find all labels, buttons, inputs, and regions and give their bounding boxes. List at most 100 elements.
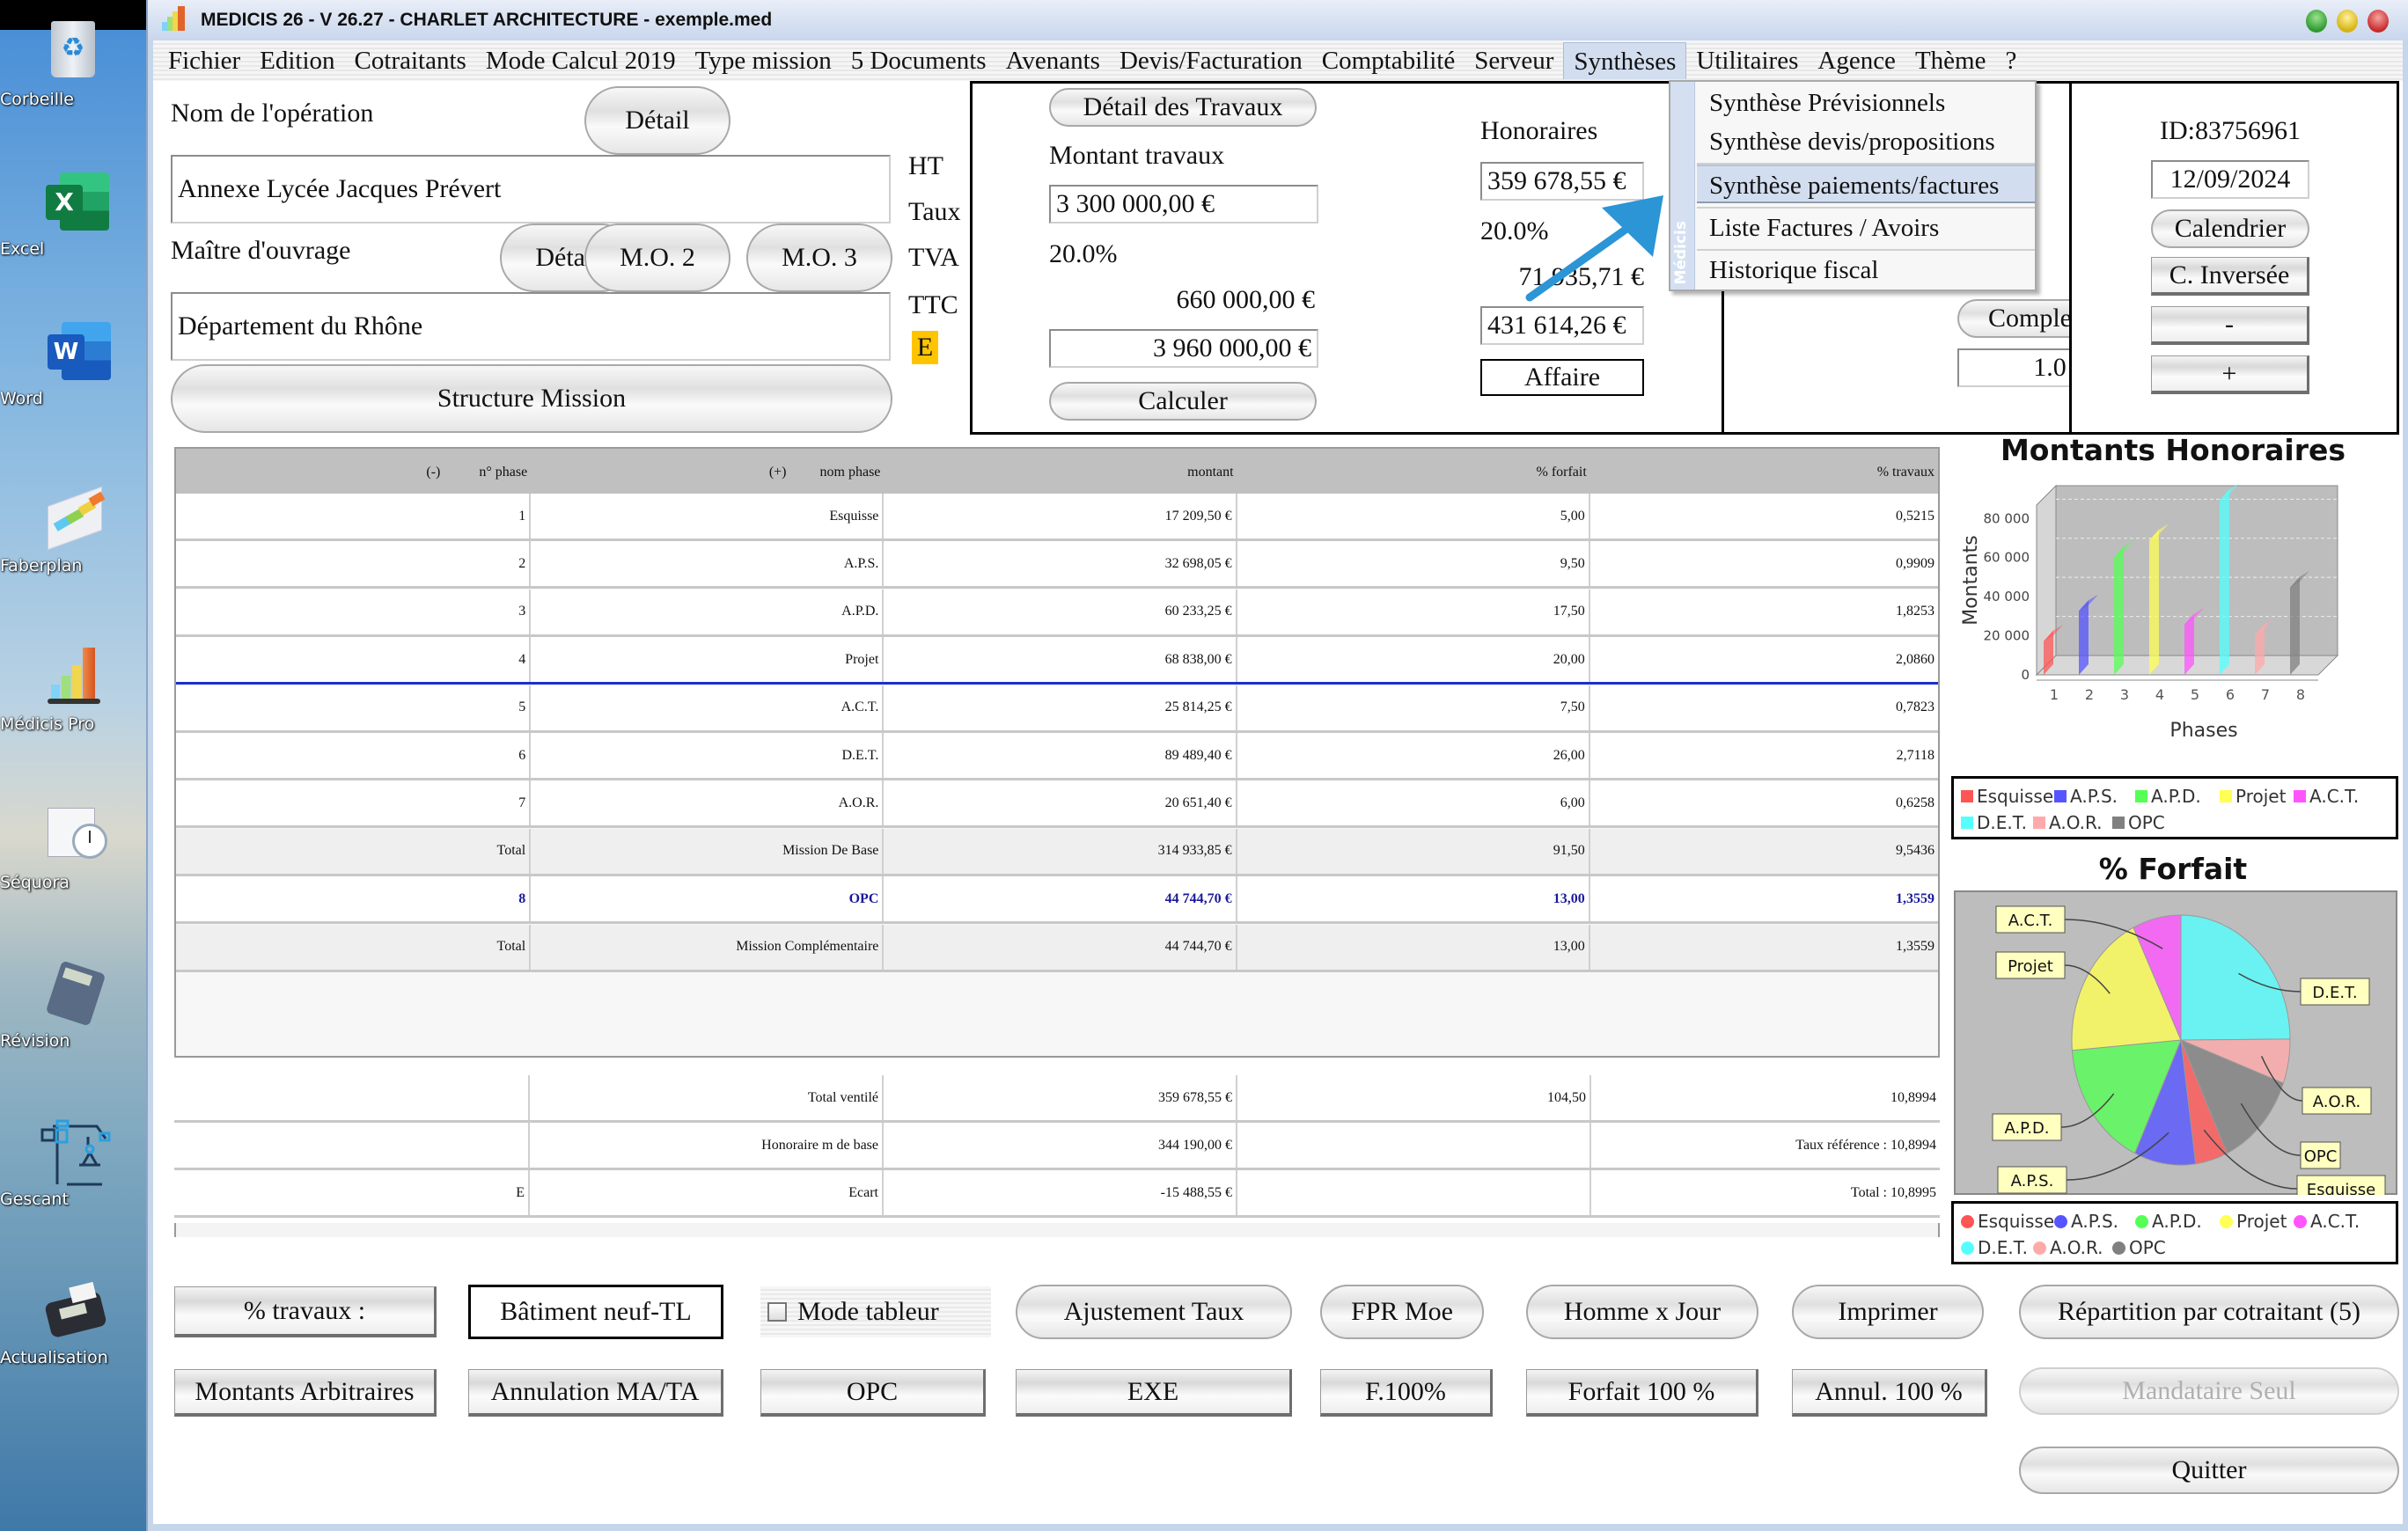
menu-avenants[interactable]: Avenants (996, 42, 1110, 79)
table-row[interactable]: 1 Esquisse 17 209,50 €5,00 0,5215 (176, 494, 1938, 541)
cell-num[interactable]: Total (176, 924, 532, 970)
affaire-button[interactable]: Affaire (1480, 359, 1644, 396)
menu-devis-facturation[interactable]: Devis/Facturation (1110, 42, 1312, 79)
menu-cotraitants[interactable]: Cotraitants (345, 42, 476, 79)
table-row[interactable]: 6 D.E.T. 89 489,40 €26,00 2,7118 (176, 733, 1938, 780)
cell-travaux[interactable]: 2,7118 (1590, 733, 1938, 778)
table-row[interactable]: Total Mission De Base 314 933,85 €91,50 9,5… (176, 828, 1938, 876)
table-row[interactable]: 5 A.C.T. 25 814,25 €7,50 0,7823 (176, 685, 1938, 733)
repartition-button[interactable]: Répartition par cotraitant (5) (2019, 1285, 2399, 1339)
cell-forfait[interactable]: 26,00 (1237, 733, 1590, 778)
menu-serveur[interactable]: Serveur (1465, 42, 1563, 79)
cell-num[interactable]: 6 (176, 733, 532, 778)
plus-button[interactable]: + (2151, 355, 2309, 394)
menu-utilitaires[interactable]: Utilitaires (1686, 42, 1808, 79)
ajustement-taux-button[interactable]: Ajustement Taux (1016, 1285, 1292, 1339)
cell-name[interactable]: A.P.D. (531, 589, 885, 634)
homme-jour-button[interactable]: Homme x Jour (1526, 1285, 1758, 1339)
desktop-icon-excel[interactable]: X Excel (0, 167, 146, 259)
desktop-icon-actualisation[interactable]: Actualisation (0, 1276, 146, 1367)
cell-montant[interactable]: 25 814,25 € (884, 685, 1237, 730)
cell-montant[interactable]: 60 233,25 € (884, 589, 1237, 634)
desktop-icon-revision[interactable]: Révision (0, 959, 146, 1051)
menu-agence[interactable]: Agence (1808, 42, 1905, 79)
montants-arbitraires-button[interactable]: Montants Arbitraires (174, 1369, 437, 1417)
table-row[interactable]: Total Mission Complémentaire 44 744,70 €13… (176, 924, 1938, 972)
cell-travaux[interactable]: 1,3559 (1590, 925, 1938, 970)
f100-button[interactable]: F.100% (1320, 1369, 1493, 1417)
cell-num[interactable]: 2 (176, 541, 532, 587)
cell-forfait[interactable]: 6,00 (1237, 780, 1590, 826)
desktop-icon-faberplan[interactable]: Faberplan (0, 484, 146, 575)
calculer-button[interactable]: Calculer (1049, 382, 1317, 421)
cell-montant[interactable]: 89 489,40 € (884, 733, 1237, 778)
honoraires-ht-field[interactable]: 359 678,55 € (1480, 162, 1644, 201)
menu-comptabilite[interactable]: Comptabilité (1312, 42, 1465, 79)
menu-type-mission[interactable]: Type mission (686, 42, 841, 79)
title-bar[interactable]: MEDICIS 26 - V 26.27 - CHARLET ARCHITECT… (148, 0, 2408, 40)
montant-ttc-field[interactable]: 3 960 000,00 € (1049, 329, 1318, 368)
cell-travaux[interactable]: 0,9909 (1590, 541, 1938, 586)
cell-montant[interactable]: 17 209,50 € (884, 494, 1237, 538)
cell-name[interactable]: A.C.T. (531, 685, 885, 730)
menu-item-synthese-devis[interactable]: Synthèse devis/propositions (1697, 122, 2035, 161)
desktop-icon-sequora[interactable]: Séquora (0, 801, 146, 892)
menu-help[interactable]: ? (1995, 42, 2026, 79)
cell-num[interactable]: 5 (176, 685, 532, 730)
mo3-button[interactable]: M.O. 3 (746, 223, 892, 292)
quitter-button[interactable]: Quitter (2019, 1447, 2399, 1494)
desktop-icon-medicis-pro[interactable]: Médicis Pro (0, 642, 146, 734)
remove-phase-button[interactable]: (-) (426, 465, 440, 480)
structure-mission-button[interactable]: Structure Mission (171, 364, 892, 433)
cell-montant[interactable]: 32 698,05 € (884, 541, 1237, 587)
fpr-moe-button[interactable]: FPR Moe (1320, 1285, 1484, 1339)
menu-item-historique-fiscal[interactable]: Historique fiscal (1697, 251, 2035, 289)
cell-montant[interactable]: 44 744,70 € (884, 876, 1237, 922)
menu-theme[interactable]: Thème (1905, 42, 1996, 79)
table-row[interactable]: 7 A.O.R. 20 651,40 €6,00 0,6258 (176, 780, 1938, 829)
cell-num[interactable]: Total (176, 828, 532, 874)
pct-travaux-button[interactable]: % travaux : (174, 1286, 437, 1337)
mo2-button[interactable]: M.O. 2 (584, 223, 730, 292)
cell-num[interactable]: 7 (176, 780, 532, 826)
menu-mode-calcul[interactable]: Mode Calcul 2019 (476, 42, 686, 79)
date-field[interactable]: 12/09/2024 (2151, 160, 2309, 199)
maximize-button[interactable] (2337, 10, 2358, 33)
cell-forfait[interactable]: 13,00 (1237, 876, 1590, 922)
annulation-mata-button[interactable]: Annulation MA/TA (468, 1369, 723, 1417)
cell-forfait[interactable]: 13,00 (1237, 924, 1590, 970)
cell-forfait[interactable]: 17,50 (1237, 589, 1590, 634)
menu-documents[interactable]: 5 Documents (841, 42, 996, 79)
cell-num[interactable]: 4 (176, 637, 532, 683)
desktop-icon-word[interactable]: W Word (0, 317, 146, 408)
cell-travaux[interactable]: 1,8253 (1590, 590, 1938, 634)
minimize-button[interactable] (2306, 10, 2327, 33)
cell-name[interactable]: A.P.S. (531, 541, 885, 587)
cell-travaux[interactable]: 2,0860 (1590, 637, 1938, 682)
table-row[interactable]: 3 A.P.D. 60 233,25 €17,50 1,8253 (176, 589, 1938, 637)
cell-num[interactable]: 8 (176, 876, 532, 922)
cell-name[interactable]: D.E.T. (531, 733, 885, 778)
montant-ht-field[interactable]: 3 300 000,00 € (1049, 185, 1318, 223)
imprimer-button[interactable]: Imprimer (1792, 1285, 1984, 1339)
cell-travaux[interactable]: 9,5436 (1590, 829, 1938, 874)
operation-detail-button[interactable]: Détail (584, 86, 730, 155)
cell-forfait[interactable]: 5,00 (1237, 494, 1590, 538)
mode-tableur-toggle[interactable]: Mode tableur (760, 1286, 991, 1337)
cell-forfait[interactable]: 20,00 (1237, 637, 1590, 683)
owner-field[interactable]: Département du Rhône (171, 292, 891, 361)
mode-tableur-checkbox[interactable] (767, 1302, 787, 1322)
honoraires-ttc-field[interactable]: 431 614,26 € (1480, 306, 1644, 345)
forfait100-button[interactable]: Forfait 100 % (1526, 1369, 1758, 1417)
horizontal-scrollbar[interactable] (174, 1223, 1940, 1237)
desktop-icon-gescant[interactable]: Gescant (0, 1117, 146, 1209)
cell-montant[interactable]: 20 651,40 € (884, 780, 1237, 826)
cell-name[interactable]: OPC (531, 876, 885, 922)
menu-item-synthese-previsionnels[interactable]: Synthèse Prévisionnels (1697, 84, 2035, 122)
menu-edition[interactable]: Edition (250, 42, 344, 79)
minus-button[interactable]: - (2151, 306, 2309, 345)
cell-name[interactable]: Projet (531, 637, 885, 683)
table-row[interactable]: 8 OPC 44 744,70 €13,00 1,3559 (176, 876, 1938, 925)
cell-name[interactable]: Esquisse (531, 494, 885, 538)
table-row[interactable]: 4 Projet 68 838,00 €20,00 2,0860 (176, 637, 1938, 685)
